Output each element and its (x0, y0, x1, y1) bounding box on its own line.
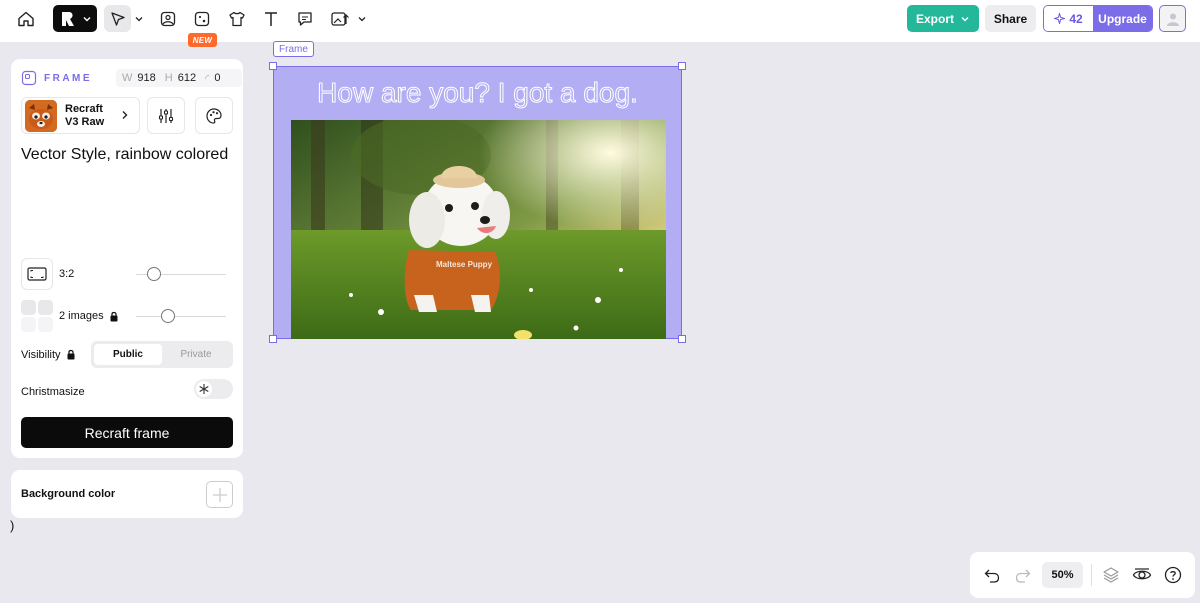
share-button[interactable]: Share (985, 5, 1036, 32)
radius-value[interactable]: 0 (214, 72, 220, 84)
stray-text: ) (10, 518, 15, 533)
width-key: W (122, 72, 133, 84)
credits-count: 42 (1069, 11, 1083, 26)
chevron-down-icon (83, 16, 90, 21)
radius-key: ◜ (205, 72, 210, 85)
chevron-down-icon (961, 16, 969, 21)
christmasize-label: Christmasize (21, 386, 85, 398)
height-key: H (164, 72, 173, 84)
model-name-line2: V3 Raw (65, 115, 105, 128)
settings-sliders-button[interactable] (147, 97, 185, 134)
layers-icon[interactable] (1099, 563, 1123, 587)
text-icon[interactable] (257, 5, 284, 32)
lock-icon (110, 311, 118, 321)
redo-icon[interactable] (1011, 563, 1035, 587)
add-background-color-button[interactable] (206, 481, 233, 508)
christmasize-toggle[interactable] (194, 379, 233, 399)
select-tool-chevron-icon[interactable] (133, 5, 145, 32)
zoom-level-button[interactable]: 50% (1042, 562, 1083, 588)
width-value[interactable]: 918 (137, 72, 155, 84)
select-tool-button[interactable] (104, 5, 131, 32)
credits-button[interactable]: 42 (1044, 6, 1093, 31)
image-count-label: 2 images (59, 310, 104, 322)
visibility-private-option[interactable]: Private (162, 344, 230, 365)
undo-icon[interactable] (980, 563, 1004, 587)
background-color-panel: Background color (11, 470, 243, 518)
aspect-ratio-icon (27, 267, 47, 281)
frame-header: FRAME W 918 H 612 ◜ 0 (21, 69, 242, 87)
help-icon[interactable] (1161, 563, 1185, 587)
home-icon[interactable] (12, 5, 39, 32)
frame-settings-panel: FRAME W 918 H 612 ◜ 0 Recraft V3 Raw Vec… (11, 59, 243, 458)
resize-handle-top-right[interactable] (678, 62, 686, 70)
background-color-label: Background color (21, 488, 116, 500)
height-value[interactable]: 612 (178, 72, 196, 84)
red-panda-image (25, 99, 57, 132)
tshirt-icon[interactable] (223, 5, 250, 32)
bottom-toolbar: 50% (970, 552, 1195, 598)
aspect-ratio-slider[interactable] (136, 267, 226, 281)
photo-shirt-text: Maltese Puppy (436, 260, 493, 269)
image-count-grid-icon (21, 300, 53, 332)
palette-icon (206, 107, 222, 124)
upload-chevron-icon[interactable] (356, 5, 368, 32)
avatar[interactable] (1159, 5, 1186, 32)
user-icon (1166, 13, 1179, 26)
visibility-toggle: Public Private (91, 341, 233, 368)
resize-handle-top-left[interactable] (269, 62, 277, 70)
dog-photo[interactable]: Maltese Puppy (291, 120, 666, 339)
sticker-icon[interactable] (188, 5, 215, 32)
credits-upgrade-group: 42 Upgrade (1043, 5, 1153, 32)
toolbar-divider (1091, 564, 1092, 586)
image-icon[interactable] (154, 5, 181, 32)
select-arrow-icon (110, 11, 125, 26)
chevron-right-icon (122, 111, 128, 119)
model-name-line1: Recraft (65, 102, 103, 115)
resize-handle-bottom-right[interactable] (678, 335, 686, 343)
export-button[interactable]: Export (907, 5, 979, 32)
image-count-slider-knob[interactable] (160, 309, 175, 323)
visibility-public-option[interactable]: Public (94, 344, 162, 365)
upgrade-button[interactable]: Upgrade (1093, 6, 1152, 31)
comment-icon[interactable] (291, 5, 318, 32)
sliders-icon (158, 108, 174, 123)
prompt-text[interactable]: Vector Style, rainbow colored (21, 145, 231, 165)
recraft-logo-menu-button[interactable] (53, 5, 97, 32)
new-badge: NEW (188, 33, 217, 47)
frame-title-text[interactable]: How are you? I got a dog. (274, 77, 681, 109)
sparkle-icon (1054, 13, 1066, 24)
canvas-frame[interactable]: How are you? I got a dog. Maltese Puppy (273, 66, 682, 339)
image-count-slider[interactable] (136, 309, 226, 323)
frame-label: FRAME (44, 72, 93, 84)
dog-photo-image: Maltese Puppy (291, 120, 666, 339)
aspect-ratio-label: 3:2 (59, 268, 75, 280)
upload-image-icon[interactable] (326, 5, 353, 32)
export-label: Export (915, 11, 954, 26)
resize-handle-bottom-left[interactable] (269, 335, 277, 343)
lock-icon (67, 349, 75, 360)
recraft-frame-button[interactable]: Recraft frame (21, 417, 233, 448)
frame-dimensions: W 918 H 612 ◜ 0 (116, 69, 242, 87)
plus-icon (212, 487, 227, 502)
aspect-ratio-button[interactable] (21, 258, 53, 290)
aspect-ratio-slider-knob[interactable] (147, 267, 161, 281)
top-toolbar: NEW Export Share 42 Upgrade (0, 0, 1200, 47)
eye-visibility-icon[interactable] (1130, 563, 1154, 587)
model-thumbnail (25, 99, 57, 132)
snowflake-icon (196, 381, 212, 397)
frame-icon (21, 70, 37, 86)
model-selector-button[interactable]: Recraft V3 Raw (21, 97, 140, 134)
visibility-label: Visibility (21, 348, 61, 361)
recraft-logo-icon (61, 11, 74, 26)
color-palette-button[interactable] (195, 97, 233, 134)
frame-tag[interactable]: Frame (273, 41, 314, 57)
